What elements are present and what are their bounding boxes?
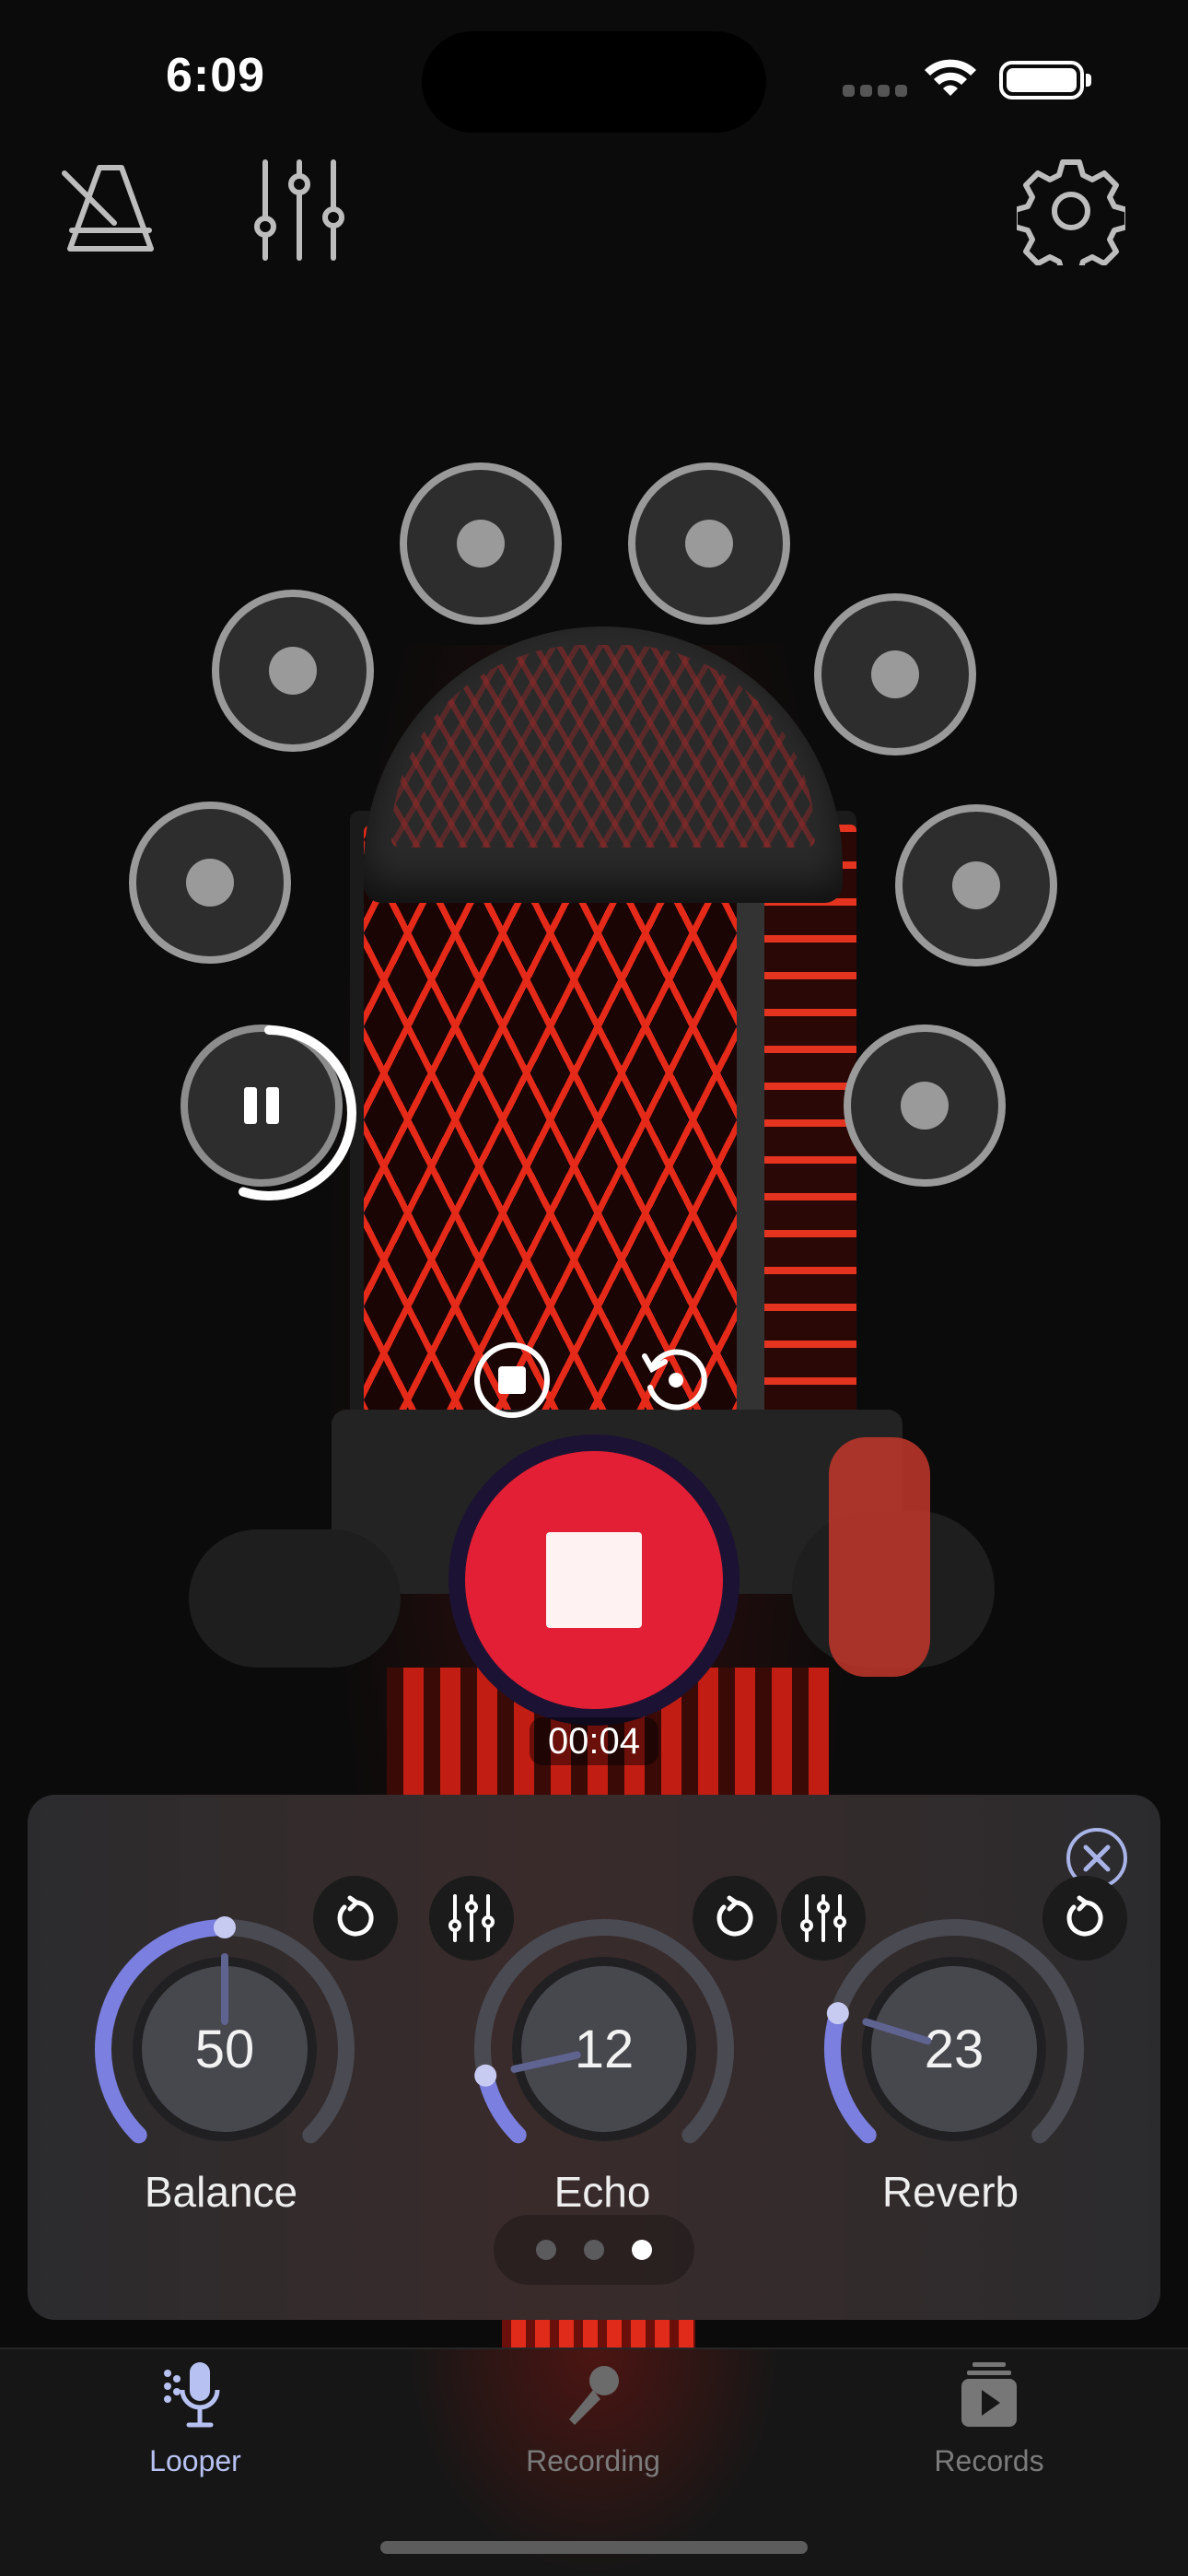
knob-pointer [862, 2018, 932, 2045]
cellular-signal-icon [843, 85, 907, 98]
settings-button[interactable] [1017, 157, 1125, 265]
track-slot-6[interactable] [895, 804, 1057, 966]
tab-recording[interactable]: Recording [473, 2359, 713, 2478]
mic-icon [164, 2362, 220, 2428]
battery-icon [999, 61, 1091, 100]
knob-pointer [510, 2051, 581, 2073]
track-progress-ring [181, 1025, 356, 1200]
wifi-icon [925, 59, 976, 96]
tab-recording-label: Recording [526, 2444, 660, 2477]
metronome-button[interactable] [59, 158, 162, 262]
stop-circle-icon [474, 1342, 550, 1418]
tab-looper[interactable]: Looper [76, 2359, 315, 2478]
track-slot-1[interactable] [400, 463, 562, 625]
gear-icon [1017, 159, 1125, 265]
track-dot-icon [901, 1082, 949, 1130]
track-dot-icon [871, 650, 919, 698]
track-slot-4[interactable] [814, 593, 976, 755]
home-indicator [380, 2541, 808, 2554]
track-slot-active[interactable] [181, 1025, 356, 1200]
track-dot-icon [269, 647, 317, 695]
status-time: 6:09 [166, 49, 266, 102]
track-dot-icon [952, 861, 1000, 909]
track-dot-icon [685, 520, 733, 568]
track-dot-icon [186, 859, 234, 907]
play-stack-icon [961, 2362, 1017, 2427]
track-slot-3[interactable] [212, 590, 374, 752]
page-dot-3[interactable] [632, 2240, 652, 2260]
tab-records[interactable]: Records [869, 2359, 1109, 2478]
record-button[interactable] [448, 1434, 740, 1726]
dynamic-island [422, 31, 766, 133]
undo-circle-icon [642, 1349, 707, 1411]
track-slot-5[interactable] [129, 802, 291, 964]
recording-timer: 00:04 [530, 1717, 658, 1765]
track-dot-icon [457, 520, 505, 568]
metronome-icon [62, 165, 154, 252]
mixer-button[interactable] [249, 157, 350, 263]
tab-records-label: Records [934, 2444, 1044, 2477]
page-dot-1[interactable] [536, 2240, 556, 2260]
handheld-mic-icon [569, 2366, 619, 2425]
track-slot-7[interactable] [844, 1025, 1006, 1187]
tab-looper-label: Looper [149, 2444, 241, 2477]
sliders-icon [254, 159, 344, 261]
page-indicator[interactable] [494, 2215, 694, 2285]
echo-knob[interactable]: 12 [470, 1914, 739, 2184]
stop-track-button[interactable] [472, 1340, 553, 1421]
knob-pointer-layer [221, 1953, 228, 2025]
stop-icon [546, 1532, 642, 1628]
reverb-knob[interactable]: 23 [820, 1914, 1089, 2184]
close-icon [1083, 1844, 1111, 1872]
undo-button[interactable] [635, 1340, 716, 1421]
knob-pointer-layer [862, 2018, 932, 2045]
balance-knob[interactable]: 50 [90, 1914, 359, 2184]
knob-pointer-layer [510, 2051, 581, 2073]
page-dot-2[interactable] [584, 2240, 604, 2260]
record-button-fill [465, 1451, 723, 1709]
track-slot-2[interactable] [628, 463, 790, 625]
